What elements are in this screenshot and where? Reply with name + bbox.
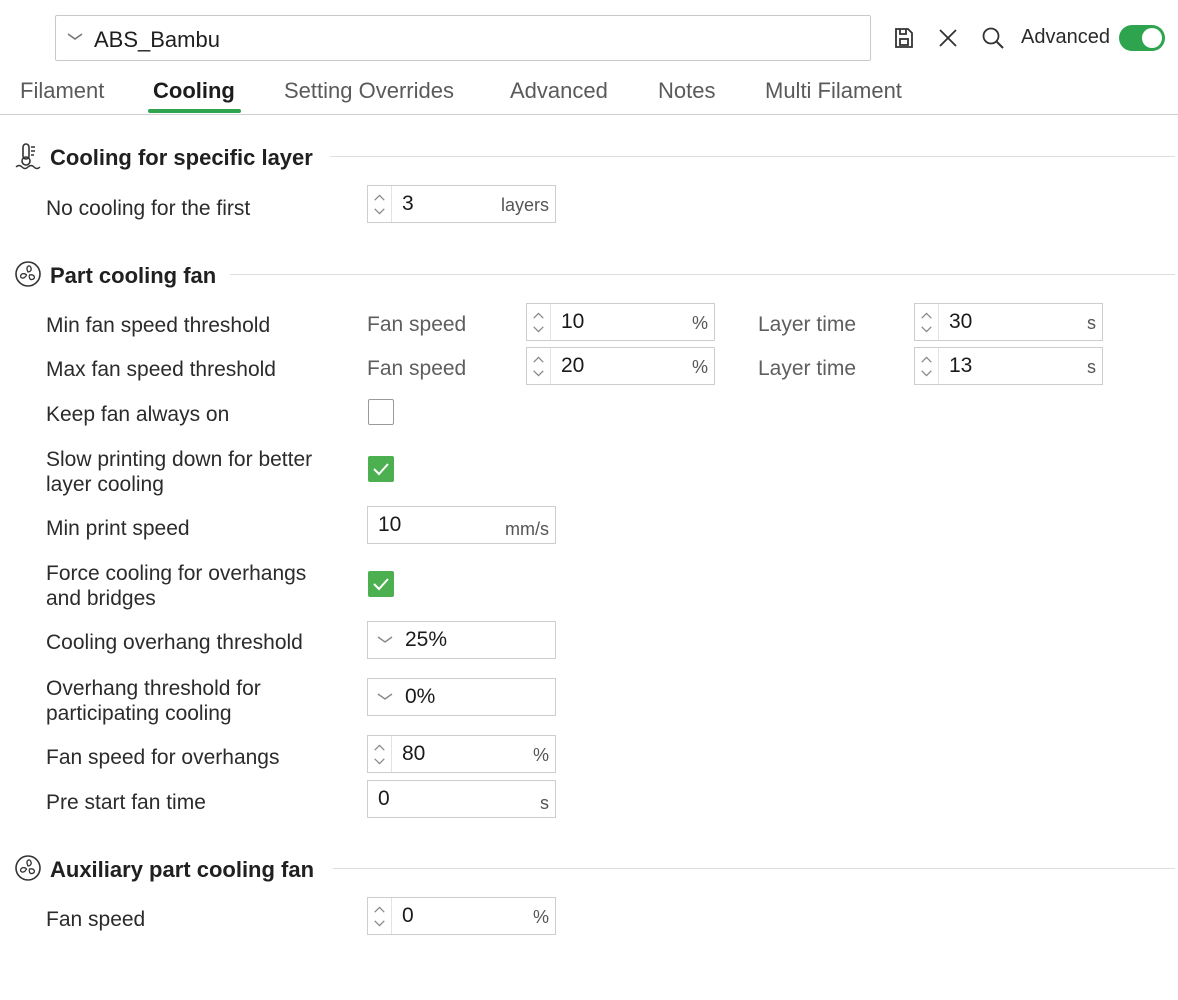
field-unit: % — [691, 313, 708, 333]
field-value: 13 — [949, 354, 973, 377]
tab-setting-overrides[interactable]: Setting Overrides — [284, 78, 454, 104]
section-divider — [230, 274, 1175, 275]
field-unit: s — [1087, 313, 1096, 333]
overhang-participating-label-line1: Overhang threshold for — [46, 677, 261, 700]
advanced-label: Advanced — [1021, 26, 1110, 48]
field-value: 20 — [561, 354, 585, 377]
overhang-threshold-select[interactable]: 25% — [367, 621, 556, 659]
min-fan-speed-input[interactable]: 10 % — [526, 303, 715, 341]
slow-down-checkbox[interactable] — [368, 456, 394, 482]
stepper-icon[interactable] — [368, 898, 392, 934]
section-divider — [333, 868, 1175, 869]
field-value: 0% — [405, 685, 436, 708]
min-fan-threshold-label: Min fan speed threshold — [46, 314, 271, 337]
overhang-threshold-label: Cooling overhang threshold — [46, 631, 303, 654]
advanced-toggle[interactable] — [1119, 25, 1165, 51]
chevron-down-icon — [377, 636, 393, 643]
field-value: 10 — [561, 310, 585, 333]
close-icon[interactable] — [930, 20, 966, 56]
field-unit: mm/s — [505, 519, 549, 539]
preset-select[interactable]: ABS_Bambu — [55, 15, 871, 61]
min-layer-time-input[interactable]: 30 s — [914, 303, 1103, 341]
tab-multi-filament[interactable]: Multi Filament — [765, 78, 902, 104]
slow-down-label-line1: Slow printing down for better — [46, 448, 313, 471]
preset-name: ABS_Bambu — [94, 27, 220, 52]
checkmark-icon — [373, 463, 389, 476]
max-fan-threshold-label: Max fan speed threshold — [46, 358, 276, 381]
stepper-icon[interactable] — [527, 304, 551, 340]
field-unit: s — [1087, 357, 1096, 377]
field-value: 0 — [378, 787, 390, 810]
tab-bar: Filament Cooling Setting Overrides Advan… — [0, 75, 1178, 115]
section-title-specific-layer: Cooling for specific layer — [50, 145, 313, 170]
keep-fan-on-label: Keep fan always on — [46, 403, 230, 426]
overhang-participating-label-line2: participating cooling — [46, 702, 232, 725]
tab-advanced[interactable]: Advanced — [510, 78, 608, 104]
field-value: 80 — [402, 742, 426, 765]
field-value: 30 — [949, 310, 973, 333]
max-layer-time-sublabel: Layer time — [758, 357, 857, 380]
stepper-icon[interactable] — [915, 348, 939, 384]
min-fan-speed-sublabel: Fan speed — [367, 313, 467, 336]
section-title-part-fan: Part cooling fan — [50, 263, 217, 288]
toggle-knob — [1142, 28, 1162, 48]
aux-fan-speed-label: Fan speed — [46, 908, 146, 931]
chevron-down-icon — [377, 693, 393, 700]
field-unit: layers — [500, 195, 549, 215]
max-layer-time-input[interactable]: 13 s — [914, 347, 1103, 385]
stepper-icon[interactable] — [368, 186, 392, 222]
section-title-aux-fan: Auxiliary part cooling fan — [50, 857, 315, 882]
field-value: 0 — [402, 904, 414, 927]
stepper-icon[interactable] — [527, 348, 551, 384]
overhang-fan-speed-input[interactable]: 80 % — [367, 735, 556, 773]
search-icon[interactable] — [975, 20, 1011, 56]
overhang-fan-speed-label: Fan speed for overhangs — [46, 746, 280, 769]
checkmark-icon — [373, 578, 389, 591]
pre-start-fan-label: Pre start fan time — [46, 791, 206, 814]
max-fan-speed-input[interactable]: 20 % — [526, 347, 715, 385]
field-unit: % — [532, 745, 549, 765]
field-value: 3 — [402, 192, 414, 215]
field-unit: % — [532, 907, 549, 927]
overhang-participating-select[interactable]: 0% — [367, 678, 556, 716]
aux-fan-speed-input[interactable]: 0 % — [367, 897, 556, 935]
chevron-down-icon — [67, 33, 83, 40]
save-icon[interactable] — [886, 20, 922, 56]
force-cooling-label-line2: and bridges — [46, 587, 156, 610]
thermometer-icon — [15, 143, 41, 170]
min-layer-time-sublabel: Layer time — [758, 313, 857, 336]
stepper-icon[interactable] — [368, 736, 392, 772]
no-cooling-layers-input[interactable]: 3 layers — [367, 185, 556, 223]
tab-cooling[interactable]: Cooling — [153, 78, 235, 104]
no-cooling-label: No cooling for the first — [46, 197, 251, 220]
force-cooling-checkbox[interactable] — [368, 571, 394, 597]
field-value: 10 — [378, 513, 402, 536]
section-divider — [330, 156, 1175, 157]
force-cooling-label-line1: Force cooling for overhangs — [46, 562, 307, 585]
min-print-speed-input[interactable]: 10 mm/s — [367, 506, 556, 544]
field-value: 25% — [405, 628, 448, 651]
max-fan-speed-sublabel: Fan speed — [367, 357, 467, 380]
fan-icon — [15, 855, 41, 881]
stepper-icon[interactable] — [915, 304, 939, 340]
fan-icon — [15, 261, 41, 287]
keep-fan-on-checkbox[interactable] — [368, 399, 394, 425]
min-print-speed-label: Min print speed — [46, 517, 190, 540]
field-unit: s — [540, 793, 549, 813]
active-tab-indicator — [148, 109, 241, 113]
slow-down-label-line2: layer cooling — [46, 473, 164, 496]
pre-start-fan-input[interactable]: 0 s — [367, 780, 556, 818]
field-unit: % — [691, 357, 708, 377]
tab-notes[interactable]: Notes — [658, 78, 715, 104]
tab-filament[interactable]: Filament — [20, 78, 104, 104]
